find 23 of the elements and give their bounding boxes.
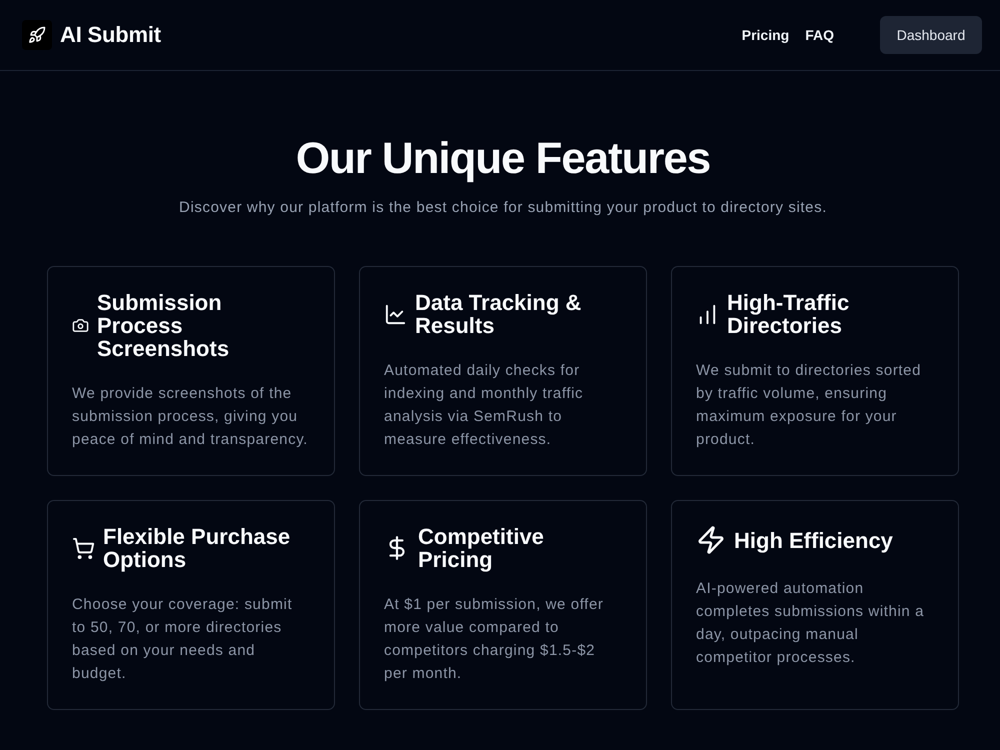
section-title: Our Unique Features: [296, 135, 710, 183]
feature-title: Competitive Pricing: [418, 525, 545, 571]
lightning-bolt-icon: [696, 525, 726, 555]
nav-link[interactable]: FAQ: [805, 27, 834, 43]
feature-description: At $1 per submission, we offer more value compared to competitors charging $1.5-$2 per month.: [384, 595, 604, 684]
dashboard-button[interactable]: Dashboard: [880, 16, 982, 54]
feature-title: Submission Process Screenshots: [97, 291, 230, 360]
feature-description: AI-powered automation completes submissions within a day, outpacing manual competitor processes.: [696, 579, 926, 668]
brand-name[interactable]: AI Submit: [60, 22, 161, 48]
feature-description: We submit to directories sorted by traffic volume, ensuring maximum exposure for your product.: [696, 361, 922, 450]
feature-title: Data Tracking & Results: [415, 291, 582, 337]
nav-link[interactable]: Pricing: [742, 27, 790, 43]
feature-title: High-Traffic Directories: [727, 291, 850, 337]
section-subtitle: Discover why our platform is the best choice for submitting your product to directory sites.: [179, 198, 827, 218]
feature-title: High Efficiency: [734, 528, 893, 552]
feature-description: Choose your coverage: submit to 50, 70, or more directories based on your needs and budget.: [72, 595, 294, 684]
camera-icon: [72, 317, 89, 334]
shopping-cart-icon: [72, 536, 95, 560]
feature-title: Flexible Purchase Options: [103, 525, 292, 571]
feature-description: We provide screenshots of the submission process, giving you peace of mind and transparency.: [72, 384, 309, 450]
rocket-logo-icon: [22, 20, 52, 50]
feature-description: Automated daily checks for indexing and monthly traffic analysis via SemRush to measure effectiveness.: [384, 361, 584, 450]
line-chart-icon: [384, 302, 407, 326]
